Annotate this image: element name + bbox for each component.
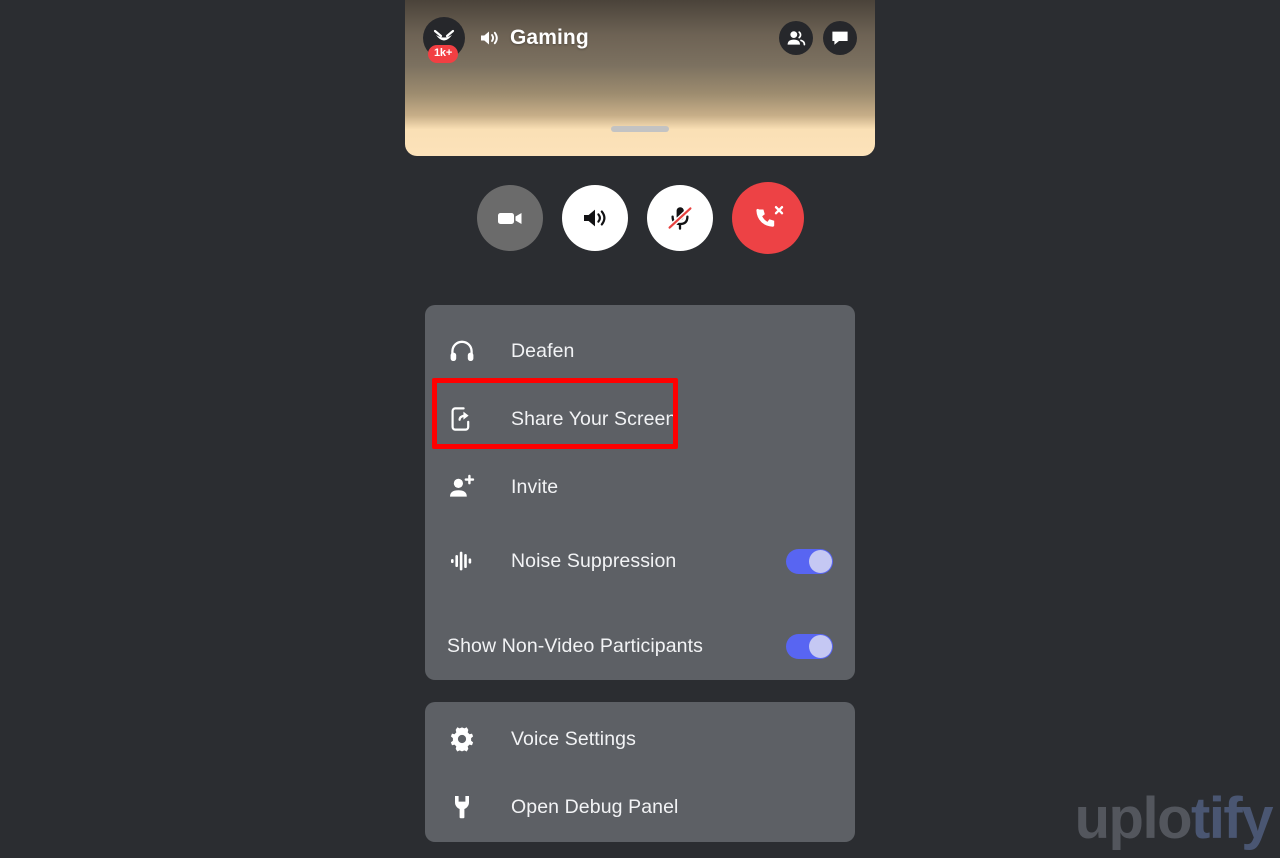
call-video-panel: 1k+ Gaming (405, 0, 875, 156)
watermark-part-2: tify (1191, 786, 1274, 851)
call-controls (405, 182, 875, 254)
wrench-icon (445, 794, 479, 820)
menu-item-label: Voice Settings (511, 727, 636, 750)
menu-item-label: Show Non-Video Participants (447, 634, 703, 657)
unread-badge: 1k+ (428, 45, 459, 63)
call-header-actions (779, 21, 857, 55)
volume-speaker-icon (479, 29, 501, 47)
video-toggle-button[interactable] (476, 185, 543, 251)
mic-muted-icon (665, 203, 695, 233)
waveform-icon (445, 550, 479, 572)
call-header: 1k+ Gaming (405, 0, 875, 76)
gear-icon (445, 726, 479, 752)
avatar[interactable]: 1k+ (423, 17, 465, 63)
menu-item-label: Open Debug Panel (511, 795, 679, 818)
menu-item-open-debug-panel[interactable]: Open Debug Panel (425, 773, 855, 841)
voice-options-menu: Deafen Share Your Screen Invite Noise Su… (425, 305, 855, 680)
speaker-button[interactable] (561, 185, 628, 251)
members-icon (786, 29, 806, 47)
settings-menu: Voice Settings Open Debug Panel (425, 702, 855, 842)
watermark: uplotify (1075, 790, 1274, 848)
menu-item-deafen[interactable]: Deafen (425, 317, 855, 385)
menu-item-show-non-video-participants[interactable]: Show Non-Video Participants (425, 612, 855, 680)
chat-button[interactable] (823, 21, 857, 55)
watermark-part-1: uplo (1074, 786, 1193, 851)
toggle-knob (809, 549, 832, 573)
person-add-icon (445, 474, 479, 500)
chat-bubble-icon (830, 29, 850, 47)
channel-title-group: Gaming (479, 26, 589, 50)
show-non-video-participants-toggle[interactable] (786, 633, 833, 659)
video-camera-icon (495, 207, 525, 229)
noise-suppression-toggle[interactable] (786, 548, 833, 574)
channel-name: Gaming (510, 26, 589, 49)
menu-item-share-your-screen[interactable]: Share Your Screen (425, 385, 855, 453)
disconnect-button[interactable] (731, 182, 804, 254)
headphones-icon (445, 339, 479, 363)
mic-mute-button[interactable] (646, 185, 713, 251)
menu-item-label: Invite (511, 475, 559, 498)
screen-share-icon (445, 406, 479, 432)
speaker-icon (580, 206, 610, 230)
menu-item-invite[interactable]: Invite (425, 453, 855, 521)
menu-item-label: Share Your Screen (511, 407, 677, 430)
app-screen: 1k+ Gaming Deafen Share Your Screen Invi… (0, 0, 1280, 858)
menu-item-noise-suppression[interactable]: Noise Suppression (425, 527, 855, 595)
drag-handle[interactable] (611, 126, 669, 132)
members-button[interactable] (779, 21, 813, 55)
phone-hangup-icon (752, 204, 784, 232)
menu-item-label: Noise Suppression (511, 549, 677, 572)
menu-item-label: Deafen (511, 339, 575, 362)
menu-item-voice-settings[interactable]: Voice Settings (425, 705, 855, 773)
toggle-knob (809, 634, 832, 658)
